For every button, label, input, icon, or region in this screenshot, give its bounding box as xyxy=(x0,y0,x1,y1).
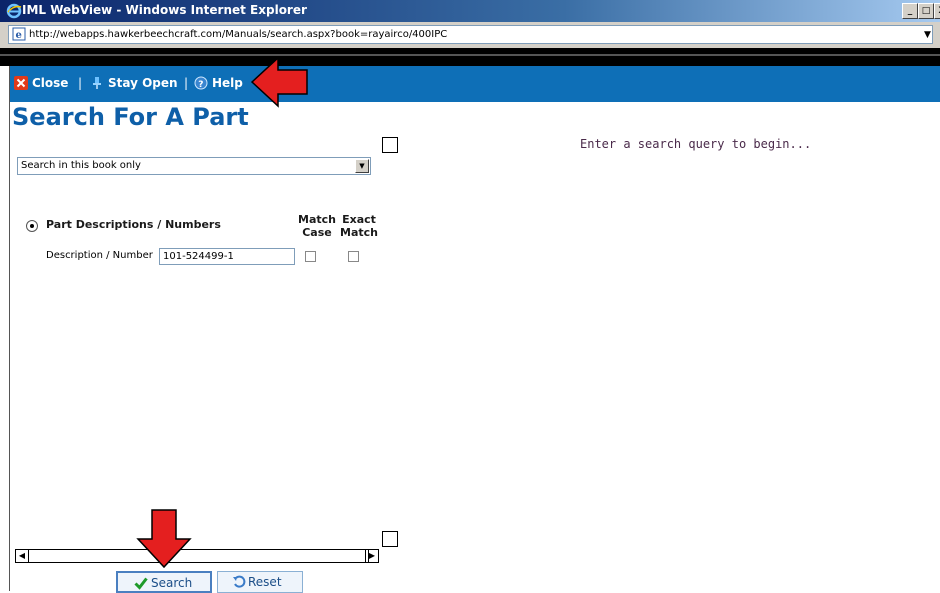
close-link[interactable]: Close xyxy=(32,76,68,90)
address-bar: e http://webapps.hawkerbeechcraft.com/Ma… xyxy=(0,22,940,48)
reset-icon xyxy=(233,575,246,588)
horizontal-scrollbar[interactable]: ◀ ▶ xyxy=(15,549,379,563)
part-search-radio-label: Part Descriptions / Numbers xyxy=(46,218,221,231)
close-icon[interactable] xyxy=(14,76,28,90)
frame-border xyxy=(9,66,10,591)
reset-button[interactable]: Reset xyxy=(217,571,303,593)
dropdown-arrow-icon[interactable]: ▼ xyxy=(924,28,932,42)
toolbar-separator: | xyxy=(78,76,83,90)
search-scope-select[interactable]: Search in this book only ▼ xyxy=(17,157,371,175)
svg-text:e: e xyxy=(16,30,22,41)
match-case-header: Match Case xyxy=(298,213,336,239)
checkmark-icon xyxy=(134,577,148,590)
dropdown-arrow-icon[interactable]: ▼ xyxy=(355,159,369,173)
description-number-label: Description / Number xyxy=(46,250,153,261)
help-icon[interactable]: ? xyxy=(194,76,208,90)
svg-text:?: ? xyxy=(198,80,203,90)
description-number-input[interactable]: 101-524499-1 xyxy=(159,248,295,265)
search-scope-value: Search in this book only xyxy=(21,160,141,171)
window-titlebar: IML WebView - Windows Internet Explorer … xyxy=(0,0,940,22)
search-button[interactable]: Search xyxy=(116,571,212,593)
annotation-arrow-icon xyxy=(136,509,192,569)
exact-match-header: Exact Match xyxy=(340,213,378,239)
empty-box xyxy=(382,531,398,547)
search-button-label: Search xyxy=(151,576,193,590)
help-link[interactable]: Help xyxy=(212,76,243,90)
scroll-left-icon[interactable]: ◀ xyxy=(16,550,29,562)
empty-box xyxy=(382,137,398,153)
url-field[interactable]: e http://webapps.hawkerbeechcraft.com/Ma… xyxy=(8,25,933,44)
pin-icon[interactable] xyxy=(90,76,104,90)
description-number-value: 101-524499-1 xyxy=(163,251,234,262)
results-message: Enter a search query to begin... xyxy=(580,137,812,151)
window-title: IML WebView - Windows Internet Explorer xyxy=(22,3,307,17)
scroll-right-icon[interactable]: ▶ xyxy=(365,550,378,562)
exact-match-checkbox[interactable] xyxy=(348,251,359,262)
url-text: http://webapps.hawkerbeechcraft.com/Manu… xyxy=(29,29,448,40)
match-case-checkbox[interactable] xyxy=(305,251,316,262)
part-search-radio[interactable] xyxy=(26,220,38,232)
maximize-button[interactable]: □ xyxy=(918,3,934,19)
toolbar: Close | Stay Open | ? Help xyxy=(10,66,940,102)
stay-open-link[interactable]: Stay Open xyxy=(108,76,178,90)
ie-logo-icon xyxy=(6,3,22,19)
minimize-button[interactable]: _ xyxy=(902,3,918,19)
annotation-arrow-icon xyxy=(250,56,308,108)
page-icon: e xyxy=(12,27,26,41)
page-title: Search For A Part xyxy=(12,103,249,131)
toolbar-separator: | xyxy=(184,76,189,90)
close-window-button[interactable]: X xyxy=(934,3,940,19)
reset-button-label: Reset xyxy=(248,575,282,589)
scroll-thumb[interactable] xyxy=(29,550,369,562)
separator-bar xyxy=(0,48,940,66)
